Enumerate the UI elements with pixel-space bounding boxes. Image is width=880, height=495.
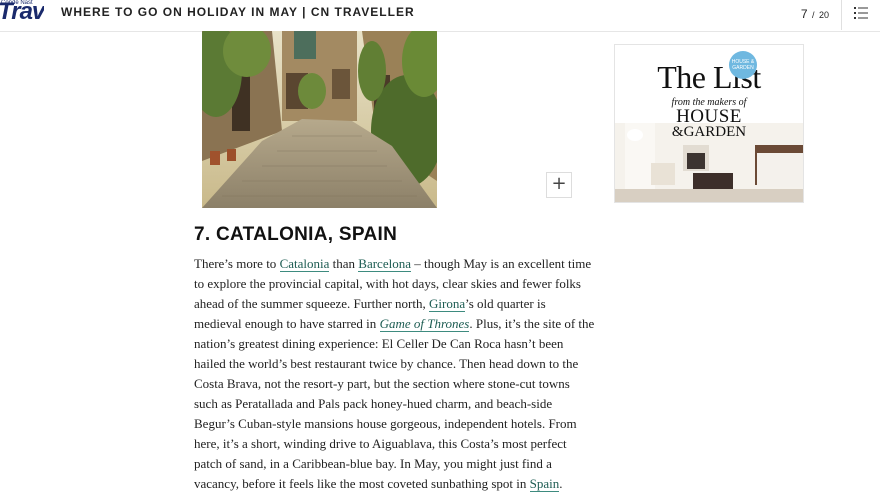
catalonia-link[interactable]: Catalonia — [279, 256, 330, 272]
body-line: Costa Brava, not the resort-y part, but … — [194, 376, 570, 391]
logo-publisher: Condé Nast — [1, 0, 33, 6]
body-text: . — [559, 476, 563, 491]
ad-title: The List — [657, 59, 761, 95]
advertisement-banner[interactable]: The List HOUSE & GARDEN from the makers … — [614, 44, 804, 203]
slide-body: There’s more to Catalonia than Barcelona… — [194, 254, 594, 494]
ad-badge: HOUSE & GARDEN — [729, 51, 757, 79]
barcelona-link[interactable]: Barcelona — [358, 256, 411, 272]
plus-icon: + — [551, 173, 567, 194]
slide-photo — [202, 31, 437, 208]
body-line: patch of sand, in a Caribbean-blue bay. … — [194, 456, 552, 471]
body-line: medieval enough to have starred in Game … — [194, 314, 594, 334]
body-text: than — [329, 256, 359, 271]
slide-separator: / — [812, 10, 815, 20]
body-line: ahead of the summer squeeze. Further nor… — [194, 294, 594, 314]
body-line: hailed the world’s best restaurant twice… — [194, 356, 579, 371]
body-text: There’s more to — [194, 256, 280, 271]
slide-counter: 7 / 20 — [801, 5, 829, 23]
body-line: Begur’s Cuban-style mansions house gorge… — [194, 416, 577, 431]
site-logo[interactable]: Traveller Condé Nast — [0, 0, 44, 28]
body-line: here, it’s a short, winding drive to Aig… — [194, 436, 567, 451]
spain-link[interactable]: Spain — [529, 476, 560, 492]
top-bar: Traveller Condé Nast WHERE TO GO ON HOLI… — [0, 0, 880, 32]
ad-brand-line2: &GARDEN — [671, 124, 747, 140]
hamburger-menu-icon — [854, 7, 868, 19]
page-title: WHERE TO GO ON HOLIDAY IN MAY | CN TRAVE… — [61, 5, 415, 19]
body-text: medieval enough to have starred in — [194, 316, 380, 331]
slide-heading: 7. CATALONIA, SPAIN — [194, 224, 398, 245]
body-line: nation’s greatest dining experience: El … — [194, 336, 564, 351]
body-line: such as Peratallada and Pals pack honey-… — [194, 396, 553, 411]
expand-image-button[interactable]: + — [546, 172, 572, 198]
body-text: ahead of the summer squeeze. Further nor… — [194, 296, 430, 311]
body-text: . Plus, it’s the site of the — [469, 316, 595, 331]
menu-button[interactable] — [841, 0, 880, 30]
game-of-thrones-link[interactable]: Game of Thrones — [379, 316, 470, 332]
body-text: vacancy, before it feels like the most c… — [194, 476, 530, 491]
slide-total: 20 — [818, 10, 829, 20]
body-line: vacancy, before it feels like the most c… — [194, 474, 594, 494]
body-text: – though May is an excellent time — [410, 256, 592, 271]
cobblestone-street-image — [202, 31, 437, 208]
body-text: ’s old quarter is — [465, 296, 546, 311]
body-line: There’s more to Catalonia than Barcelona… — [194, 254, 594, 274]
slide-current: 7 — [800, 7, 808, 21]
body-line: to explore the provincial capital, with … — [194, 276, 581, 291]
girona-link[interactable]: Girona — [429, 296, 466, 312]
